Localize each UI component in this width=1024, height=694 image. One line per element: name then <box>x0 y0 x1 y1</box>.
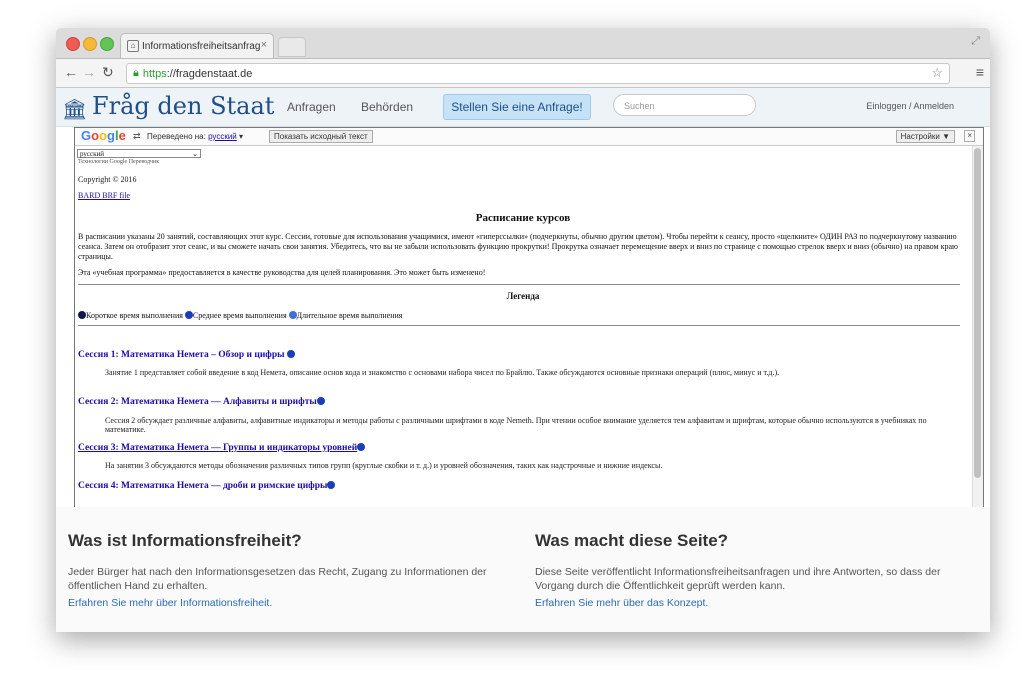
session-3-title-text: Сессия 3: Математика Немета — Группы и и… <box>78 443 358 453</box>
freedom-heading: Was ist Informationsfreiheit? <box>68 531 302 550</box>
legend-short: Короткое время выполнения <box>86 311 183 320</box>
site-logo[interactable]: Fråg den Staat <box>92 92 274 120</box>
translate-close-icon[interactable]: × <box>964 130 975 142</box>
info-section: Was ist Informationsfreiheit? Jeder Bürg… <box>56 507 990 632</box>
session-2-title: Сессия 2: Математика Немета — Алфавиты и… <box>78 397 325 407</box>
language-select[interactable]: русский ⌄ <box>77 149 201 158</box>
browser-window: ⌂ Informationsfreiheitsanfrag × ⤢ ← → ↻ … <box>56 28 990 632</box>
translate-icon: ⇄ <box>133 131 141 141</box>
tab-close-icon[interactable]: × <box>261 39 267 51</box>
legend-long: Длительное время выполнения <box>296 311 403 320</box>
short-time-icon <box>78 311 86 319</box>
medium-time-icon <box>327 481 336 489</box>
session-2-desc: Сессия 2 обсуждает различные алфавиты, а… <box>105 416 927 434</box>
session-1-title-text: Сессия 1: Математика Немета – Обзор и ци… <box>78 350 285 360</box>
session-1-desc: Занятие 1 представляет собой введение в … <box>105 368 780 377</box>
legend-title: Легенда <box>506 291 540 301</box>
translated-document-frame: Google ⇄ Переведено на: русский ▾ Показа… <box>74 127 984 509</box>
intro-paragraph: В расписании указаны 20 занятий, составл… <box>78 232 959 261</box>
forward-icon[interactable]: → <box>82 64 96 80</box>
language-select-value: русский <box>80 150 105 158</box>
bookmark-star-icon[interactable]: ☆ <box>931 65 943 81</box>
copyright-text: Copyright © 2016 <box>78 175 137 184</box>
site-heading: Was macht diese Seite? <box>535 531 729 550</box>
medium-time-icon <box>316 397 325 405</box>
session-2-title-text: Сессия 2: Математика Немета — Алфавиты и… <box>78 397 317 407</box>
note-paragraph: Эта «учебная программа» предоставляется … <box>78 268 486 277</box>
translated-to-label: Переведено на: русский ▾ <box>147 132 244 141</box>
zoom-window-button[interactable] <box>100 37 114 51</box>
medium-time-icon <box>357 443 366 451</box>
document-content: русский ⌄ Технологии Google Переводчик Co… <box>75 146 974 508</box>
legend-medium: Среднее время выполнения <box>192 311 287 320</box>
menu-icon[interactable]: ≡ <box>976 64 984 80</box>
nav-behoerden[interactable]: Behörden <box>361 100 413 114</box>
minimize-window-button[interactable] <box>83 37 97 51</box>
freedom-text: Jeder Bürger hat nach den Informationsge… <box>68 566 487 592</box>
url-scheme: https <box>142 67 167 80</box>
lock-icon: 🔒︎ <box>133 67 139 79</box>
long-time-icon <box>288 311 297 319</box>
session-4-title-text: Сессия 4: Математика Немета — дроби и ри… <box>78 481 328 491</box>
search-input[interactable]: Suchen <box>613 94 756 116</box>
session-3-link[interactable]: Сессия 3: Математика Немета — Группы и и… <box>78 443 366 453</box>
info-column-site: Was macht diese Seite? Diese Seite veröf… <box>535 531 955 611</box>
site-text: Diese Seite veröffentlicht Informationsf… <box>535 566 941 592</box>
browser-tab[interactable]: ⌂ Informationsfreiheitsanfrag × <box>120 33 274 58</box>
fullscreen-icon[interactable]: ⤢ <box>971 35 980 48</box>
divider <box>78 284 960 285</box>
braille-file-link[interactable]: BARD BRF file <box>78 191 130 200</box>
divider <box>78 325 960 326</box>
make-request-button[interactable]: Stellen Sie eine Anfrage! <box>443 94 591 120</box>
frame-scrollbar[interactable] <box>972 146 983 508</box>
tab-title: Informationsfreiheitsanfrag <box>142 40 261 52</box>
translate-settings-button[interactable]: Настройки ▼ <box>895 130 955 143</box>
building-icon: 🏛︎ <box>62 99 88 121</box>
info-column-freedom: Was ist Informationsfreiheit? Jeder Bürg… <box>68 531 488 611</box>
concept-learn-more-link[interactable]: Erfahren Sie mehr über das Konzept. <box>535 597 708 609</box>
google-translate-bar: Google ⇄ Переведено на: русский ▾ Показа… <box>75 128 983 146</box>
medium-time-icon <box>286 350 295 358</box>
powered-by-label: Технологии Google Переводчик <box>78 159 160 165</box>
scroll-thumb[interactable] <box>974 148 981 478</box>
reload-icon[interactable]: ↻ <box>102 64 114 81</box>
freedom-learn-more-link[interactable]: Erfahren Sie mehr über Informationsfreih… <box>68 597 272 609</box>
session-4-title: Сессия 4: Математика Немета — дроби и ри… <box>78 481 336 491</box>
chevron-down-icon: ⌄ <box>192 150 198 158</box>
page-favicon-icon: ⌂ <box>127 40 139 52</box>
session-3-desc: На занятии 3 обсуждаются методы обозначе… <box>105 461 663 470</box>
title-bar: ⌂ Informationsfreiheitsanfrag × ⤢ <box>56 28 990 59</box>
url-input[interactable]: 🔒︎ https ://fragdenstaat.de ☆ <box>126 63 950 84</box>
page-title: Расписание курсов <box>475 212 571 224</box>
close-window-button[interactable] <box>66 37 80 51</box>
show-original-button[interactable]: Показать исходный текст <box>269 130 373 143</box>
login-link[interactable]: Einloggen / Anmelden <box>866 101 954 111</box>
legend: Короткое время выполнения Среднее время … <box>78 311 402 320</box>
url-domain: ://fragdenstaat.de <box>166 67 253 80</box>
new-tab-button[interactable] <box>278 37 306 57</box>
language-link[interactable]: русский <box>208 132 237 141</box>
google-logo: Google <box>81 128 126 143</box>
session-1-title: Сессия 1: Математика Немета – Обзор и ци… <box>78 350 295 360</box>
nav-anfragen[interactable]: Anfragen <box>287 100 336 114</box>
back-icon[interactable]: ← <box>64 64 78 80</box>
address-bar: ← → ↻ 🔒︎ https ://fragdenstaat.de ☆ ≡ <box>56 59 990 88</box>
medium-time-icon <box>184 311 193 319</box>
site-header: 🏛︎ Fråg den Staat Anfragen Behörden Stel… <box>56 88 990 127</box>
